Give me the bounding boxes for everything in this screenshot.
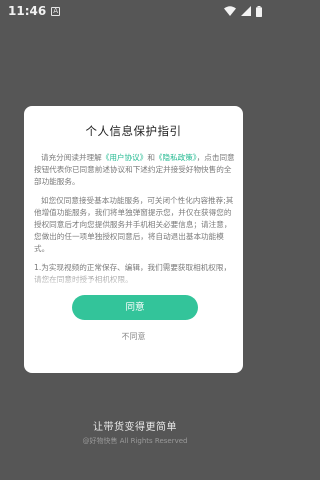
basic-mode-paragraph: 如您仅同意接受基本功能服务，可关闭个性化内容推荐;其他增值功能服务，我们将单独弹… [34, 195, 234, 254]
navigation-bar [0, 466, 270, 480]
agree-button[interactable]: 同意 [72, 295, 198, 320]
status-bar: 11:46 A [0, 0, 270, 22]
user-agreement-link[interactable]: 《用户协议》 [102, 153, 148, 162]
scroll-fade [24, 270, 243, 292]
wifi-icon [224, 6, 236, 16]
notification-icon: A [51, 6, 61, 16]
signal-icon [241, 6, 251, 16]
disagree-button[interactable]: 不同意 [24, 330, 243, 344]
dialog-body[interactable]: 请充分阅读并理解《用户协议》和《隐私政策》，点击同意按钮代表你已同意前述协议和下… [34, 152, 235, 288]
status-time: 11:46 [8, 4, 47, 18]
intro-paragraph: 请充分阅读并理解《用户协议》和《隐私政策》，点击同意按钮代表你已同意前述协议和下… [34, 152, 235, 189]
and-text: 和 [147, 153, 155, 162]
status-icons [224, 5, 262, 17]
intro-prefix: 请充分阅读并理解 [41, 153, 102, 162]
battery-icon [256, 5, 262, 17]
copyright-text: @好物快售 All Rights Reserved [82, 437, 188, 445]
privacy-dialog: 个人信息保护指引 请充分阅读并理解《用户协议》和《隐私政策》，点击同意按钮代表你… [24, 106, 243, 373]
privacy-policy-link[interactable]: 《隐私政策》 [155, 153, 197, 162]
app-slogan: 让带货变得更简单 [93, 422, 177, 433]
dialog-title: 个人信息保护指引 [85, 124, 182, 138]
